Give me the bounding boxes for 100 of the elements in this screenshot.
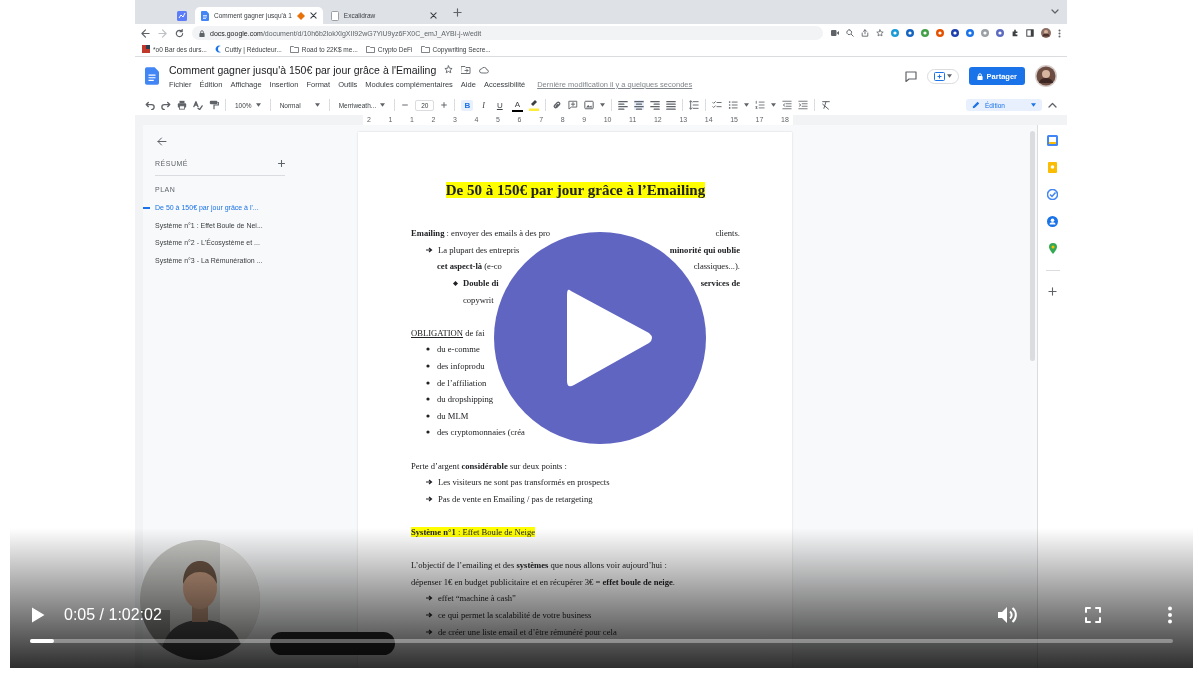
document-text: L’objectif de l’emailing et des systèmes que nous allons voir aujourd’hui : <box>411 560 667 571</box>
document-text: Pas de vente en Emailing / pas de retargeting <box>438 493 593 504</box>
arrow-icon <box>426 246 433 253</box>
side-panel-icon[interactable] <box>1026 29 1034 37</box>
bullet-icon <box>426 430 430 435</box>
document-text: copywrit <box>463 294 494 305</box>
caret-icon <box>255 103 261 107</box>
play-icon[interactable] <box>30 606 46 624</box>
scrollbar[interactable] <box>1030 131 1035 361</box>
move-folder-icon[interactable] <box>461 65 472 74</box>
clear-formatting-icon[interactable] <box>821 100 831 110</box>
puzzle-icon[interactable] <box>1011 29 1019 37</box>
link-icon[interactable] <box>552 100 562 110</box>
back-icon[interactable] <box>141 28 150 38</box>
paint-format-icon[interactable] <box>209 100 219 110</box>
plus-icon[interactable] <box>278 160 285 167</box>
progress-bar[interactable] <box>30 639 1173 643</box>
lock-icon <box>976 72 983 80</box>
image-icon[interactable] <box>584 100 594 110</box>
format-button[interactable]: I <box>479 99 488 111</box>
redo-icon[interactable] <box>161 100 171 110</box>
caret-icon <box>771 103 776 107</box>
align-right-icon[interactable] <box>650 100 660 110</box>
bulleted-list-icon[interactable] <box>728 100 738 110</box>
arrow-icon <box>426 611 433 618</box>
camera-icon[interactable] <box>831 30 839 36</box>
docs-logo-icon[interactable] <box>145 67 159 85</box>
share-icon[interactable] <box>861 29 869 37</box>
close-icon[interactable] <box>429 12 437 19</box>
cloud-icon[interactable] <box>479 65 490 74</box>
print-icon[interactable] <box>177 100 187 110</box>
more-options-icon[interactable] <box>1167 606 1173 624</box>
line-spacing-icon[interactable] <box>689 100 699 110</box>
caret-icon <box>744 103 749 107</box>
page-icon[interactable] <box>330 10 339 21</box>
task-check-icon[interactable] <box>1047 189 1058 200</box>
caret-icon <box>600 103 605 107</box>
volume-icon[interactable] <box>997 605 1019 625</box>
bookmark-favicon-icon <box>142 45 150 53</box>
format-button[interactable]: A <box>511 98 523 112</box>
avatar-icon[interactable] <box>1041 28 1051 38</box>
bullet-icon <box>426 364 430 369</box>
document-text: du e-comme <box>437 344 480 355</box>
chevron-down-icon[interactable] <box>1051 9 1059 15</box>
spellcheck-icon[interactable] <box>193 100 203 110</box>
plus-icon[interactable] <box>440 101 449 109</box>
star-icon[interactable] <box>876 29 884 37</box>
more-icon[interactable] <box>1058 28 1061 38</box>
format-button[interactable]: B <box>461 99 474 111</box>
back-arrow-icon[interactable] <box>157 137 167 146</box>
folder-icon <box>365 45 375 53</box>
zoom-icon[interactable] <box>846 29 854 37</box>
account-avatar-icon[interactable] <box>1035 65 1057 87</box>
arrow-icon <box>426 495 433 502</box>
close-icon[interactable] <box>309 12 317 19</box>
caret-icon <box>314 103 320 107</box>
bullet-icon <box>426 380 430 385</box>
numbered-list-icon[interactable] <box>755 100 765 110</box>
document-text: services de <box>700 278 740 289</box>
format-button[interactable]: U <box>493 99 506 111</box>
plus-icon[interactable] <box>1048 287 1057 296</box>
checklist-icon[interactable] <box>712 100 722 110</box>
document-text: ce qui permet la scalabilité de votre business <box>438 609 592 620</box>
document-text: effet “machine à cash” <box>438 593 516 604</box>
chart-icon[interactable] <box>177 10 187 21</box>
document-text: Double di <box>463 278 499 289</box>
new-tab-icon[interactable] <box>452 7 462 17</box>
add-comment-icon[interactable] <box>568 100 578 110</box>
map-pin-icon[interactable] <box>1048 243 1057 254</box>
reload-icon[interactable] <box>175 28 184 38</box>
fullscreen-icon[interactable] <box>1085 607 1101 623</box>
folder-icon <box>420 45 430 53</box>
align-center-icon[interactable] <box>634 100 644 110</box>
arrow-icon <box>426 479 433 486</box>
decrease-indent-icon[interactable] <box>782 100 792 110</box>
justify-icon[interactable] <box>666 100 676 110</box>
align-left-icon[interactable] <box>618 100 628 110</box>
highlighter-icon[interactable] <box>529 99 539 111</box>
document-icon[interactable] <box>201 10 209 21</box>
document-text: Perte d’argent considérable sur deux points : <box>411 460 567 471</box>
document-text: Emailing : envoyer des emails à des pro <box>411 228 551 239</box>
document-text: La plupart des entrepris <box>438 244 520 255</box>
document-text: Système n°1 : Effet Boule de Neige <box>411 527 536 537</box>
document-text: Les visiteurs ne sont pas transformés en prospects <box>438 477 610 488</box>
increase-indent-icon[interactable] <box>798 100 808 110</box>
diamond-bullet-icon <box>453 280 458 286</box>
undo-icon[interactable] <box>145 100 155 110</box>
document-text: dépenser 1€ en budget publicitaire et en récupérer 3€ = effet boule de neige. <box>411 576 675 587</box>
document-text: de l’affiliation <box>437 377 487 388</box>
contact-icon[interactable] <box>1047 216 1058 227</box>
calendar-icon[interactable] <box>1047 135 1058 146</box>
collapse-icon[interactable] <box>1048 102 1057 108</box>
lock-icon <box>199 29 205 37</box>
document-title[interactable]: Comment gagner jusqu'à 150€ par jour grâce à l'Emailing <box>169 63 437 76</box>
document-text: des cryptomonnaies (créa <box>437 427 525 438</box>
comment-icon[interactable] <box>904 70 917 82</box>
star-icon[interactable] <box>444 65 454 74</box>
folder-icon <box>289 45 299 53</box>
document-text: des infoprodu <box>437 361 485 372</box>
document-text: OBLIGATION de fai <box>411 327 485 338</box>
